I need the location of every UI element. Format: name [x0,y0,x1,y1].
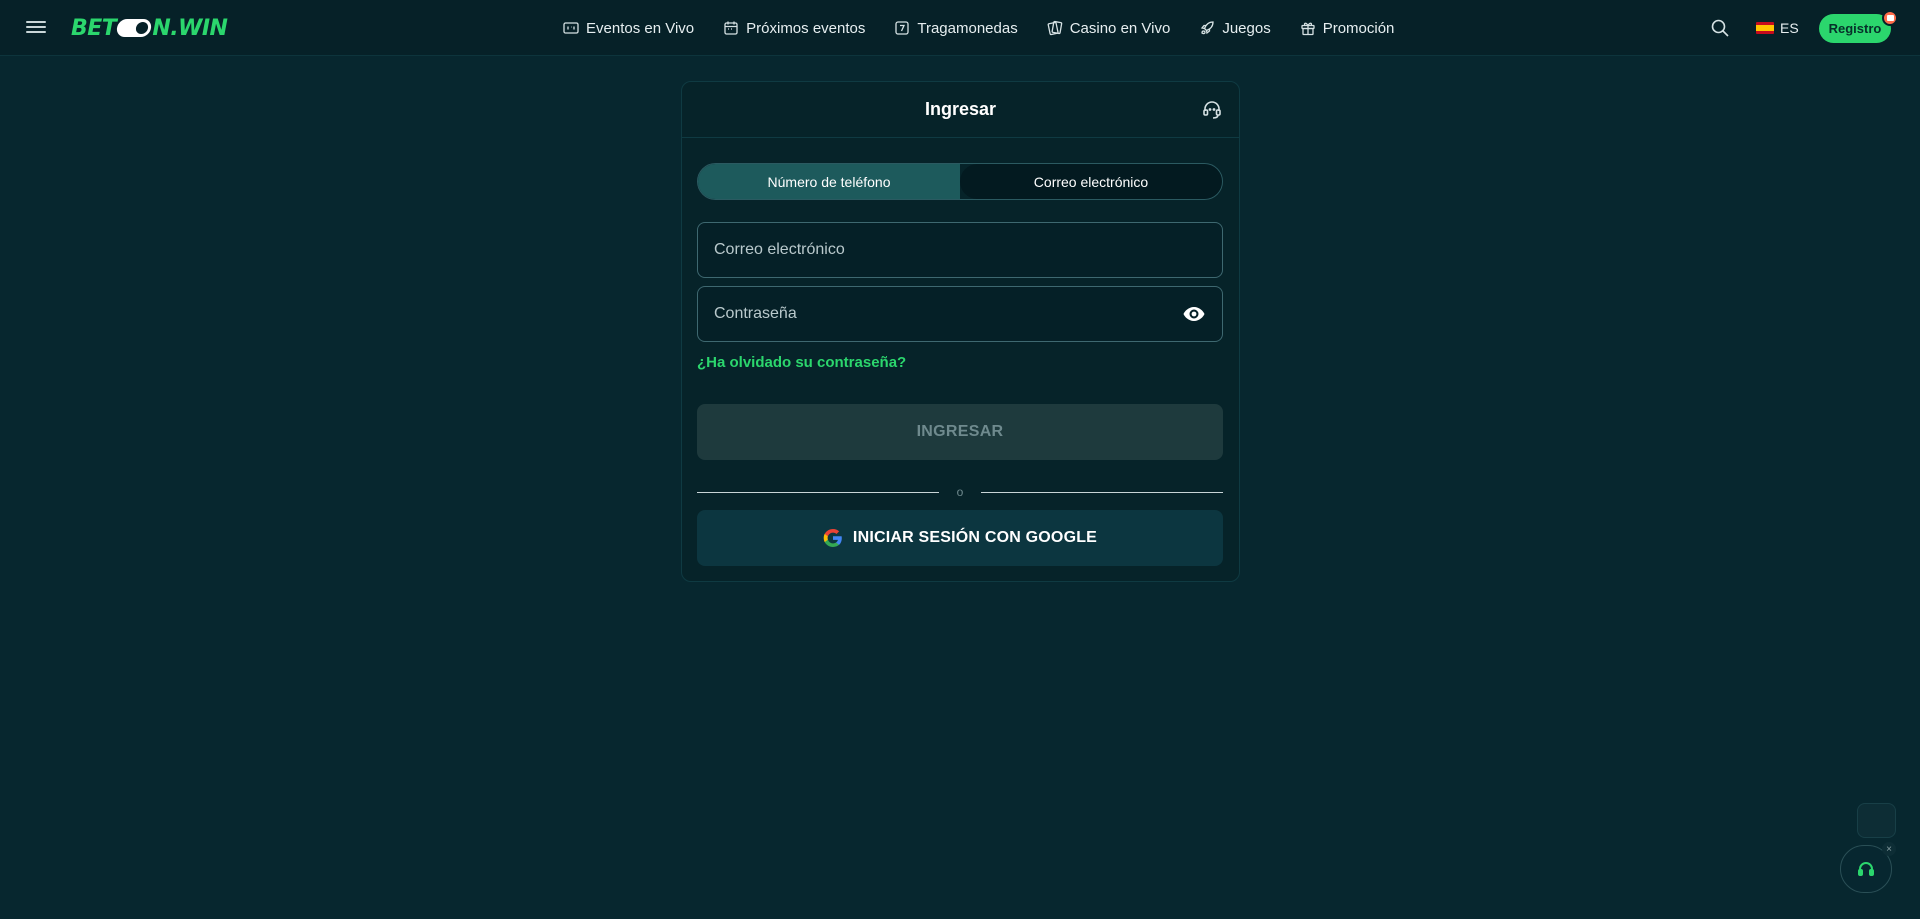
nav-item-slots[interactable]: Tragamonedas [894,19,1018,37]
divider-label: o [956,485,964,499]
search-icon[interactable] [1710,18,1730,38]
nav-item-promotion[interactable]: Promoción [1300,19,1395,37]
register-button[interactable]: Registro [1819,14,1891,43]
cards-icon [1047,20,1063,36]
language-selector[interactable]: ES [1756,18,1799,38]
divider-line [697,491,939,493]
betonwin-logo[interactable]: BET N.WIN [71,14,228,42]
nav-item-label: Eventos en Vivo [586,19,695,37]
logo-text-left: BET [71,15,117,41]
forgot-password-link[interactable]: ¿Ha olvidado su contraseña? [697,354,906,371]
email-field[interactable] [697,222,1223,278]
nav-item-label: Tragamonedas [917,19,1018,37]
password-field[interactable] [697,286,1223,342]
main-nav: Eventos en Vivo Próximos eventos Tragamo… [563,0,1394,56]
spain-flag-icon [1756,22,1774,34]
menu-icon[interactable] [26,18,46,38]
headphones-icon [1858,862,1874,876]
divider-line [981,491,1223,493]
logo-toggle-mark [116,19,153,37]
slot-machine-icon [895,21,910,35]
live-events-icon [563,22,579,34]
email-input[interactable] [714,241,1206,259]
tab-email[interactable]: Correo electrónico [960,164,1222,199]
google-login-button[interactable]: INICIAR SESIÓN CON GOOGLE [697,510,1223,566]
language-code: ES [1780,20,1799,36]
nav-item-label: Casino en Vivo [1069,19,1171,37]
nav-item-live-events[interactable]: Eventos en Vivo [563,20,694,37]
gift-icon [1301,22,1315,36]
floating-widget[interactable] [1857,803,1896,838]
nav-item-label: Promoción [1322,19,1395,37]
calendar-icon [724,21,738,35]
nav-item-label: Próximos eventos [746,19,866,37]
headset-support-icon[interactable] [1201,99,1223,121]
eye-icon[interactable] [1182,302,1206,326]
password-input[interactable] [714,305,1182,323]
google-login-label: INICIAR SESIÓN CON GOOGLE [852,529,1098,546]
rocket-icon [1201,21,1214,35]
nav-item-live-casino[interactable]: Casino en Vivo [1047,19,1171,37]
page-title: Ingresar [924,99,997,119]
gift-badge-icon [1882,10,1898,26]
login-submit-button[interactable]: INGRESAR [697,404,1223,460]
top-navigation-bar: BET N.WIN Eventos en Vivo Próximos event… [0,0,1920,56]
google-icon [823,529,842,547]
login-method-tabs: Número de teléfono Correo electrónico [697,163,1223,200]
login-panel-header: Ingresar [682,82,1239,138]
nav-item-label: Juegos [1222,19,1271,37]
logo-text-right: N.WIN [152,15,228,41]
login-panel: Ingresar Número de teléfono Correo elect… [681,81,1240,582]
or-divider: o [697,484,1223,500]
nav-item-games[interactable]: Juegos [1199,19,1271,37]
tab-phone-number[interactable]: Número de teléfono [698,164,960,199]
nav-item-upcoming-events[interactable]: Próximos eventos [723,20,865,37]
close-icon[interactable]: × [1882,842,1896,856]
